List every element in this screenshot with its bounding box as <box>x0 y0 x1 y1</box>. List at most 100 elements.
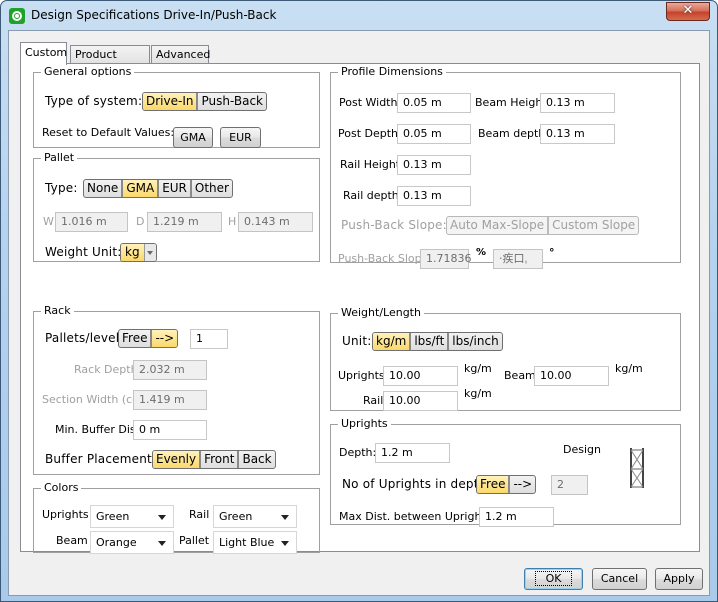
weight-unit-dropdown[interactable]: kg <box>120 243 157 262</box>
beam-color-select[interactable]: Orange <box>90 531 174 554</box>
tab-product-series[interactable]: Product Series <box>70 45 150 78</box>
uprights-count-field[interactable]: 2 <box>551 475 588 495</box>
uprights-count-toggle: Free --> <box>476 475 537 494</box>
pallet-height-field[interactable]: 0.143 m <box>238 212 313 232</box>
uprights-weight-unit: kg/m <box>464 362 492 375</box>
reset-gma-button[interactable]: GMA <box>173 127 213 148</box>
uprights-color-label: Uprights <box>42 508 89 521</box>
upright-frame-design-icon[interactable] <box>629 447 645 489</box>
option-eur[interactable]: EUR <box>159 180 192 197</box>
group-legend: Uprights <box>341 417 388 430</box>
rack-depth-field[interactable]: 2.032 m <box>133 360 207 380</box>
rail-height-input[interactable]: 0.13 m <box>397 155 471 175</box>
pallets-level-label: Pallets/level <box>45 331 120 345</box>
pallet-depth-field[interactable]: 1.219 m <box>147 212 222 232</box>
percent-symbol: % <box>476 247 487 258</box>
chevron-down-icon[interactable] <box>143 244 156 261</box>
option-free[interactable]: Free <box>477 476 511 493</box>
beam-color-value: Orange <box>96 536 137 549</box>
cancel-button[interactable]: Cancel <box>592 568 647 590</box>
option-drive-in[interactable]: Drive-In <box>143 93 199 110</box>
max-dist-input[interactable]: 1.2 m <box>479 507 554 527</box>
pallets-level-input[interactable]: 1 <box>190 329 228 349</box>
option-free[interactable]: Free <box>119 330 153 347</box>
rail-depth-input[interactable]: 0.13 m <box>397 186 471 206</box>
depth-label: D <box>136 215 145 228</box>
option-arrow[interactable]: --> <box>510 476 535 493</box>
push-back-slope-percent-field[interactable]: 1.71836 <box>420 249 472 269</box>
section-width-field[interactable]: 1.419 m <box>133 390 207 410</box>
apply-button[interactable]: Apply <box>655 568 703 590</box>
pallet-type-label: Type: <box>45 181 78 195</box>
rail-color-label: Rail <box>189 508 210 521</box>
reset-eur-button[interactable]: EUR <box>220 127 261 148</box>
option-lbs-inch[interactable]: lbs/inch <box>449 333 501 350</box>
option-lbs-ft[interactable]: lbs/ft <box>411 333 450 350</box>
option-custom-slope[interactable]: Custom Slope <box>549 217 638 234</box>
option-none[interactable]: None <box>84 180 124 197</box>
pallet-color-label: Pallet <box>179 534 210 547</box>
beam-weight-unit: kg/m <box>615 362 643 375</box>
weight-length-unit-toggle: kg/m lbs/ft lbs/inch <box>372 332 503 351</box>
group-legend: General options <box>44 65 132 78</box>
title-bar[interactable]: Design Specifications Drive-In/Push-Back… <box>1 1 717 31</box>
beam-depth-label: Beam depth <box>478 127 546 140</box>
rail-depth-label: Rail depth <box>343 189 399 202</box>
chevron-down-icon <box>281 515 289 520</box>
upright-depth-input[interactable]: 1.2 m <box>375 443 450 463</box>
uprights-color-select[interactable]: Green <box>90 505 174 528</box>
uprights-weight-input[interactable]: 10.00 <box>383 366 458 386</box>
degree-symbol: ° <box>549 246 555 259</box>
option-other[interactable]: Other <box>192 180 232 197</box>
option-back[interactable]: Back <box>239 451 274 468</box>
width-label: W <box>43 215 54 228</box>
design-label: Design <box>563 443 601 456</box>
chevron-down-icon <box>281 541 289 546</box>
beam-depth-input[interactable]: 0.13 m <box>540 124 615 144</box>
group-general-options: General options Type of system: Drive-In… <box>33 66 320 148</box>
rail-weight-input[interactable]: 10.00 <box>383 391 458 411</box>
option-evenly[interactable]: Evenly <box>153 451 202 468</box>
group-legend: Pallet <box>44 151 75 164</box>
option-arrow[interactable]: --> <box>152 330 178 347</box>
beam-height-input[interactable]: 0.13 m <box>540 93 615 113</box>
app-logo-icon <box>9 8 25 24</box>
pallet-color-select[interactable]: Light Blue <box>213 531 297 554</box>
post-width-label: Post Width <box>339 96 398 109</box>
group-weight-length: Weight/Length Unit: kg/m lbs/ft lbs/inch… <box>330 307 681 411</box>
pallet-color-value: Light Blue <box>219 536 275 549</box>
min-buffer-input[interactable]: 0 m <box>133 420 207 440</box>
option-push-back[interactable]: Push-Back <box>198 93 266 110</box>
rail-weight-unit: kg/m <box>464 387 492 400</box>
option-kg-m[interactable]: kg/m <box>373 333 412 350</box>
system-type-toggle: Drive-In Push-Back <box>142 92 267 111</box>
close-button[interactable]: ✕ <box>666 2 710 21</box>
pallet-width-field[interactable]: 1.016 m <box>55 212 128 232</box>
option-auto-max-slope[interactable]: Auto Max-Slope <box>447 217 550 234</box>
push-back-slope-mode-label: Push-Back Slope: <box>341 218 447 232</box>
uprights-weight-label: Uprights <box>338 369 385 382</box>
uprights-count-label: No of Uprights in depth <box>342 477 487 491</box>
tab-custom[interactable]: Custom <box>20 42 67 65</box>
push-back-slope-label: Push-Back Slope <box>338 252 429 265</box>
group-legend: Profile Dimensions <box>341 65 443 78</box>
weight-unit-value: kg <box>121 244 144 261</box>
buffer-placement-toggle: Evenly Front Back <box>152 450 276 469</box>
post-depth-input[interactable]: 0.05 m <box>397 124 471 144</box>
beam-height-label: Beam Height <box>475 96 547 109</box>
push-back-slope-mode-toggle: Auto Max-Slope Custom Slope <box>446 216 640 235</box>
beam-weight-input[interactable]: 10.00 <box>534 366 609 386</box>
tab-advanced[interactable]: Advanced <box>151 45 210 64</box>
window-title: Design Specifications Drive-In/Push-Back <box>31 8 277 22</box>
option-gma[interactable]: GMA <box>123 180 160 197</box>
rail-color-select[interactable]: Green <box>213 505 297 528</box>
chevron-down-icon <box>158 515 166 520</box>
rail-height-label: Rail Height <box>340 158 401 171</box>
push-back-slope-degree-field[interactable]: ·疾口ˌ <box>493 249 543 269</box>
group-legend: Rack <box>44 304 71 317</box>
upright-depth-label: Depth: <box>339 446 377 459</box>
ok-button[interactable]: OK <box>524 568 583 590</box>
option-front[interactable]: Front <box>201 451 240 468</box>
post-width-input[interactable]: 0.05 m <box>397 93 471 113</box>
group-colors: Colors Uprights Green Rail Green Beam Or… <box>33 482 320 554</box>
